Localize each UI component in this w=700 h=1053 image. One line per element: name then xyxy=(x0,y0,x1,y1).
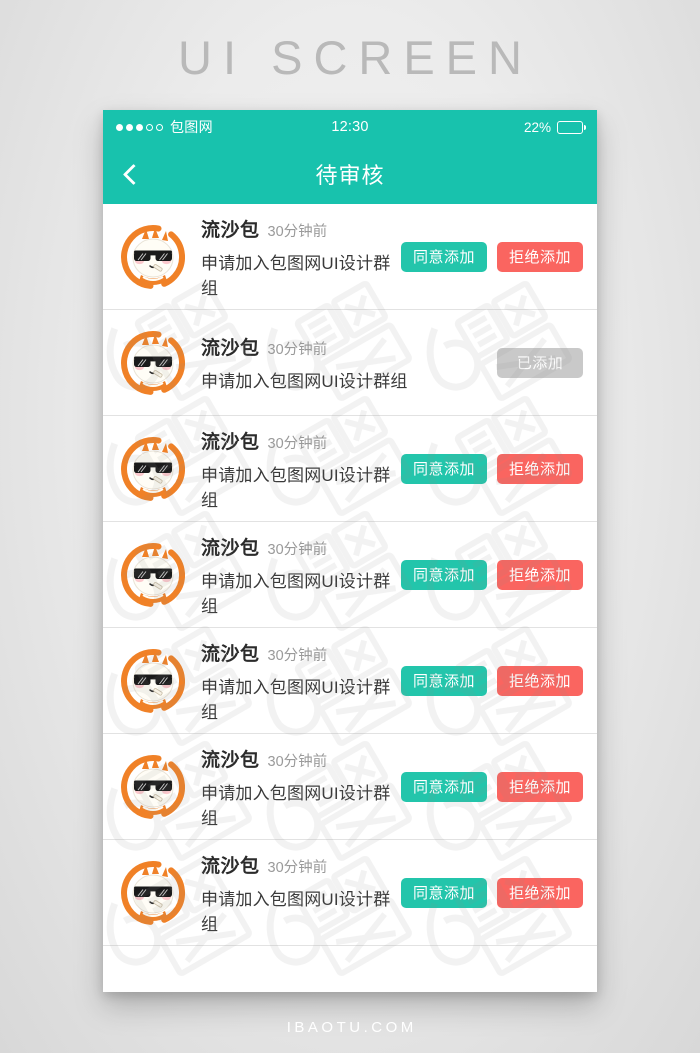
table-row[interactable]: 流沙包 30分钟前申请加入包图网UI设计群组 同意添加 拒绝添加 xyxy=(103,522,597,628)
battery-icon xyxy=(557,120,587,134)
user-name: 流沙包 xyxy=(201,338,260,359)
battery-percent-label: 22% xyxy=(523,119,551,135)
row-text-block: 流沙包 30分钟前申请加入包图网UI设计群组 xyxy=(201,427,393,511)
user-name: 流沙包 xyxy=(201,219,260,241)
request-time: 30分钟前 xyxy=(267,541,328,558)
reject-button[interactable]: 拒绝添加 xyxy=(497,241,583,272)
back-button[interactable] xyxy=(103,144,159,204)
table-row[interactable]: 流沙包 30分钟前申请加入包图网UI设计群组 同意添加 拒绝添加 xyxy=(103,628,597,734)
accept-button[interactable]: 同意添加 xyxy=(401,559,487,590)
row-actions: 同意添加 拒绝添加 xyxy=(401,877,583,908)
row-headline: 流沙包 30分钟前 xyxy=(201,427,393,454)
user-name: 流沙包 xyxy=(201,643,260,665)
avatar xyxy=(121,648,185,713)
request-description: 申请加入包图网UI设计群组 xyxy=(201,253,391,298)
nav-title: 待审核 xyxy=(315,163,385,188)
row-text-block: 流沙包 30分钟前申请加入包图网UI设计群组 xyxy=(201,215,393,299)
request-description: 申请加入包图网UI设计群组 xyxy=(201,465,391,510)
reject-button[interactable]: 拒绝添加 xyxy=(497,877,583,908)
phone-mockup: 包图网 12:30 22% 待审核 流沙包 30分钟前 申请加入包图网UI设计群… xyxy=(103,110,597,992)
table-row[interactable]: 流沙包 30分钟前申请加入包图网UI设计群组 同意添加 拒绝添加 xyxy=(103,734,597,840)
user-name: 流沙包 xyxy=(201,537,260,559)
avatar xyxy=(121,754,185,819)
reject-button[interactable]: 拒绝添加 xyxy=(497,665,583,696)
row-actions: 同意添加 拒绝添加 xyxy=(401,453,583,484)
accept-button[interactable]: 同意添加 xyxy=(401,453,487,484)
reject-button[interactable]: 拒绝添加 xyxy=(497,453,583,484)
reject-button[interactable]: 拒绝添加 xyxy=(497,559,583,590)
added-button: 已添加 xyxy=(497,347,583,378)
request-time: 30分钟前 xyxy=(267,342,328,358)
row-actions: 同意添加 拒绝添加 xyxy=(401,241,583,272)
row-headline: 流沙包 30分钟前 xyxy=(201,745,393,772)
accept-button[interactable]: 同意添加 xyxy=(401,241,487,272)
request-description: 申请加入包图网UI设计群组 xyxy=(201,677,391,722)
user-name: 流沙包 xyxy=(201,749,260,771)
page-title: UI SCREEN xyxy=(178,31,533,84)
status-bar: 包图网 12:30 22% xyxy=(103,110,597,144)
signal-strength-icon xyxy=(116,123,163,131)
nav-bar: 待审核 xyxy=(103,144,597,204)
accept-button[interactable]: 同意添加 xyxy=(401,877,487,908)
user-name: 流沙包 xyxy=(201,431,260,453)
avatar xyxy=(121,330,185,395)
request-description: 申请加入包图网UI设计群组 xyxy=(201,783,391,828)
row-actions: 同意添加 拒绝添加 xyxy=(401,559,583,590)
row-text-block: 流沙包 30分钟前申请加入包图网UI设计群组 xyxy=(201,333,489,392)
table-row[interactable]: 流沙包 30分钟前申请加入包图网UI设计群组 已添加 xyxy=(103,310,597,416)
row-actions: 同意添加 拒绝添加 xyxy=(401,771,583,802)
avatar xyxy=(121,436,185,501)
user-name: 流沙包 xyxy=(201,855,260,877)
pending-approval-list: 流沙包 30分钟前 申请加入包图网UI设计群组 同意添加 拒绝添加 流沙包 30分钟前 申请… xyxy=(103,204,597,992)
request-description: 申请加入包图网UI设计群组 xyxy=(201,372,408,391)
status-bar-left: 包图网 xyxy=(116,117,213,137)
reject-button[interactable]: 拒绝添加 xyxy=(497,771,583,802)
site-watermark: IBAOTU.COM xyxy=(286,1019,417,1036)
accept-button[interactable]: 同意添加 xyxy=(401,665,487,696)
request-time: 30分钟前 xyxy=(267,859,328,876)
row-headline: 流沙包 30分钟前 xyxy=(201,333,489,360)
status-bar-right: 22% xyxy=(523,119,587,135)
list-bottom-spacer xyxy=(103,946,597,992)
request-time: 30分钟前 xyxy=(267,753,328,770)
row-headline: 流沙包 30分钟前 xyxy=(201,851,393,878)
table-row[interactable]: 流沙包 30分钟前申请加入包图网UI设计群组 同意添加 拒绝添加 xyxy=(103,840,597,946)
table-row[interactable]: 流沙包 30分钟前申请加入包图网UI设计群组 同意添加 拒绝添加 xyxy=(103,204,597,310)
row-actions: 同意添加 拒绝添加 xyxy=(401,665,583,696)
table-row[interactable]: 流沙包 30分钟前申请加入包图网UI设计群组 同意添加 拒绝添加 xyxy=(103,416,597,522)
chevron-left-icon xyxy=(122,163,145,185)
request-time: 30分钟前 xyxy=(267,223,328,240)
row-headline: 流沙包 30分钟前 xyxy=(201,215,393,242)
avatar xyxy=(121,542,185,607)
avatar xyxy=(121,224,185,289)
row-text-block: 流沙包 30分钟前申请加入包图网UI设计群组 xyxy=(201,851,393,935)
request-time: 30分钟前 xyxy=(267,435,328,452)
avatar xyxy=(121,860,185,925)
row-headline: 流沙包 30分钟前 xyxy=(201,639,393,666)
row-text-block: 流沙包 30分钟前申请加入包图网UI设计群组 xyxy=(201,745,393,829)
request-description: 申请加入包图网UI设计群组 xyxy=(201,571,391,616)
request-time: 30分钟前 xyxy=(267,647,328,664)
accept-button[interactable]: 同意添加 xyxy=(401,771,487,802)
row-actions: 已添加 xyxy=(497,347,583,378)
request-description: 申请加入包图网UI设计群组 xyxy=(201,889,391,934)
row-text-block: 流沙包 30分钟前申请加入包图网UI设计群组 xyxy=(201,639,393,723)
carrier-label: 包图网 xyxy=(170,119,213,135)
row-text-block: 流沙包 30分钟前申请加入包图网UI设计群组 xyxy=(201,533,393,617)
row-headline: 流沙包 30分钟前 xyxy=(201,533,393,560)
